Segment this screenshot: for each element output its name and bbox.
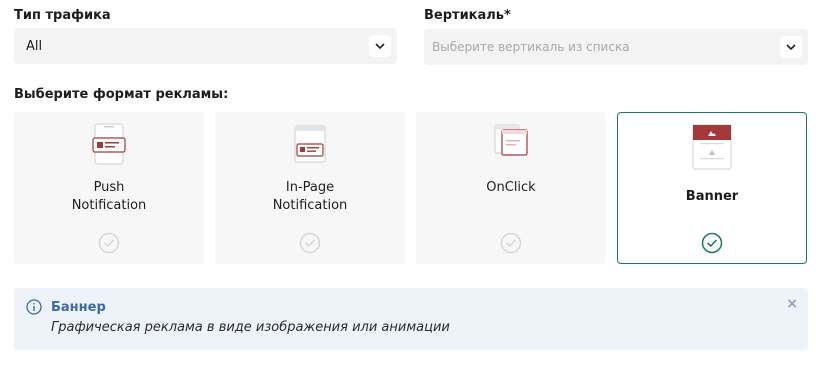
format-title-line1: Banner: [685, 189, 739, 204]
format-title-line2: Notification: [272, 198, 348, 213]
info-text: Графическая реклама в виде изображения и…: [51, 320, 450, 335]
format-title-line1: OnClick: [486, 180, 536, 195]
check-circle-icon: [98, 232, 120, 258]
traffic-type-label: Тип трафика: [14, 8, 111, 23]
info-icon: [26, 299, 42, 319]
traffic-type-select[interactable]: All: [14, 28, 397, 64]
vertical-placeholder: Выберите вертикаль из списка: [432, 40, 630, 54]
vertical-label: Вертикаль*: [424, 8, 511, 23]
traffic-type-value: All: [26, 38, 43, 54]
in-page-notification-icon: [293, 125, 327, 167]
format-card-in-page[interactable]: In-Page Notification: [215, 112, 405, 264]
chevron-down-icon[interactable]: [369, 35, 391, 57]
check-circle-icon: [701, 232, 723, 258]
push-notification-icon: [92, 123, 126, 169]
format-card-onclick[interactable]: OnClick: [416, 112, 606, 264]
ad-format-heading: Выберите формат рекламы:: [14, 87, 229, 102]
format-info-box: Баннер Графическая реклама в виде изобра…: [14, 288, 808, 350]
info-title: Баннер: [51, 300, 106, 315]
format-card-banner[interactable]: Banner: [617, 112, 807, 264]
banner-icon: [692, 124, 732, 174]
close-icon[interactable]: ×: [786, 296, 798, 312]
check-circle-icon: [500, 232, 522, 258]
check-circle-icon: [299, 232, 321, 258]
vertical-select[interactable]: Выберите вертикаль из списка: [424, 29, 808, 65]
onclick-icon: [493, 123, 529, 161]
format-title-line1: Push: [93, 180, 125, 195]
chevron-down-icon[interactable]: [780, 36, 802, 58]
format-title-line1: In-Page: [285, 180, 335, 195]
format-card-push[interactable]: Push Notification: [14, 112, 204, 264]
format-title-line2: Notification: [71, 198, 147, 213]
